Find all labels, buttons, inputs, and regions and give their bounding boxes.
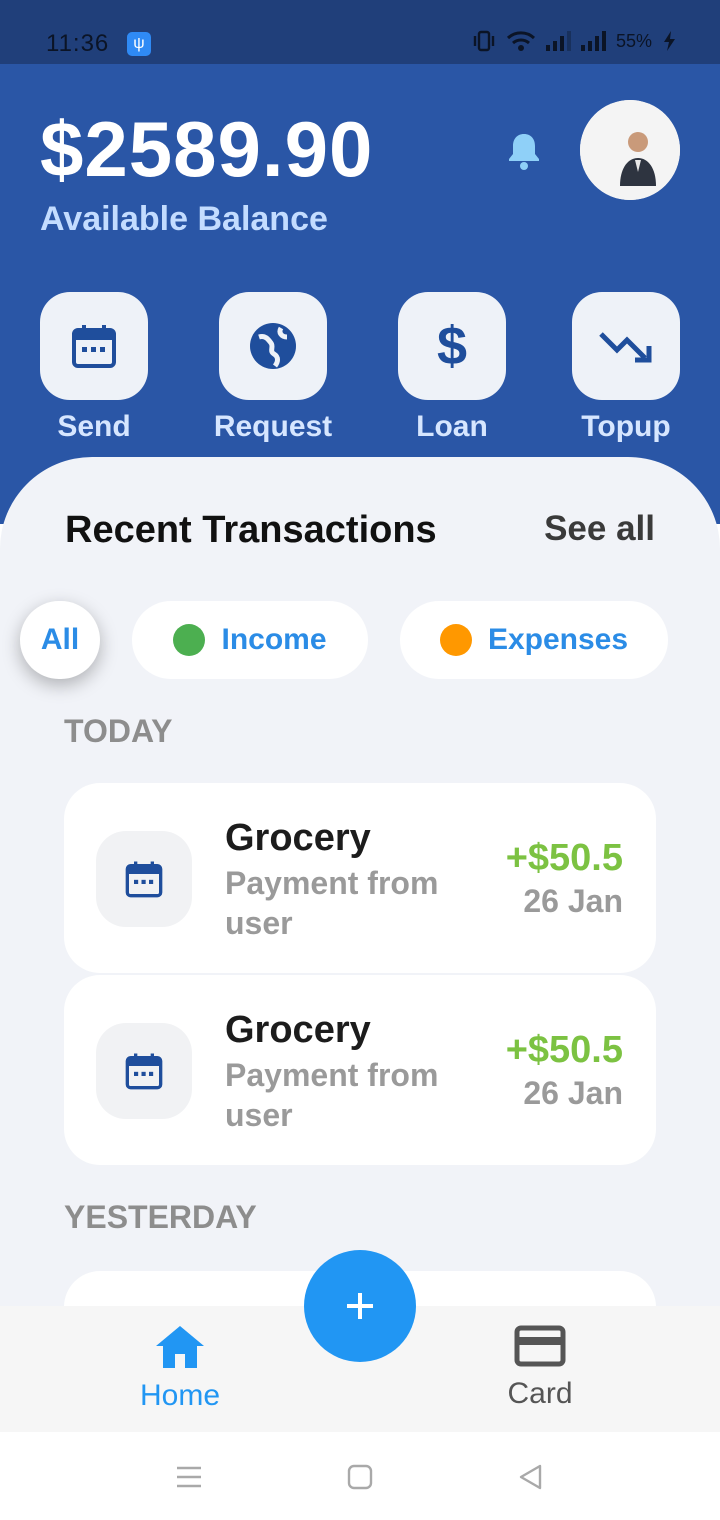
- add-fab-button[interactable]: [304, 1250, 416, 1362]
- transaction-title: Grocery: [225, 817, 371, 859]
- signal-icon: [545, 31, 571, 51]
- menu-icon[interactable]: [174, 1462, 204, 1492]
- group-label-today: TODAY: [64, 713, 173, 749]
- group-label-yesterday: YESTERDAY: [64, 1199, 257, 1235]
- nav-card[interactable]: Card: [460, 1324, 620, 1411]
- loan-button[interactable]: $ Loan: [382, 292, 522, 444]
- transaction-item-2[interactable]: Grocery Payment from user +$50.5 26 Jan: [64, 975, 656, 1165]
- topup-button[interactable]: Topup: [556, 292, 696, 444]
- battery-percent: 55%: [615, 30, 652, 51]
- send-label: Send: [57, 410, 131, 443]
- filter-expenses[interactable]: Expenses: [400, 601, 668, 679]
- balance-amount: $2589.90: [40, 105, 374, 193]
- nav-home[interactable]: Home: [100, 1324, 260, 1413]
- system-nav-bar: [0, 1432, 720, 1520]
- filter-expenses-label: Expenses: [487, 623, 629, 656]
- bell-icon[interactable]: [502, 128, 546, 172]
- request-button[interactable]: Request: [203, 292, 343, 444]
- transaction-icon-box: [96, 831, 192, 927]
- filter-income-label: Income: [221, 623, 327, 656]
- transaction-description: Payment from user: [225, 1057, 439, 1133]
- transactions-sheet[interactable]: Recent Transactions See all All Income E…: [0, 457, 720, 1306]
- calendar-icon: [72, 325, 116, 368]
- transaction-date: 26 Jan: [523, 883, 623, 919]
- filter-all-label: All: [40, 623, 80, 656]
- transaction-title: Grocery: [225, 1009, 371, 1051]
- request-label: Request: [213, 410, 333, 443]
- status-time: 11:36: [46, 30, 110, 57]
- home-square-icon[interactable]: [345, 1462, 375, 1492]
- request-tile[interactable]: [219, 292, 327, 400]
- transaction-description: Payment from user: [225, 865, 439, 941]
- credit-card-icon: [514, 1325, 566, 1367]
- calendar-icon: [125, 1053, 163, 1090]
- signal-icon-2: [580, 31, 606, 51]
- charging-icon: [664, 31, 675, 51]
- send-tile[interactable]: [40, 292, 148, 400]
- calendar-icon: [125, 861, 163, 898]
- transaction-amount: +$50.5: [505, 1029, 623, 1071]
- topup-label: Topup: [581, 410, 671, 443]
- filter-income[interactable]: Income: [132, 601, 368, 679]
- usb-icon: ψ: [127, 32, 151, 56]
- filter-all[interactable]: All: [20, 601, 100, 679]
- transaction-icon-box: [96, 1023, 192, 1119]
- status-bar: 11:36 ψ 55%: [0, 0, 720, 64]
- dollar-icon: $: [436, 316, 468, 376]
- globe-icon: [250, 323, 296, 369]
- avatar-photo: [580, 100, 680, 200]
- transaction-date: 26 Jan: [523, 1075, 623, 1111]
- loan-label: Loan: [416, 410, 488, 443]
- wifi-icon: [506, 31, 535, 51]
- income-dot: [173, 624, 206, 656]
- loan-tile[interactable]: $: [398, 292, 506, 400]
- trending-down-icon: [599, 332, 652, 363]
- avatar[interactable]: [580, 100, 680, 200]
- status-icons: 55%: [472, 30, 676, 52]
- nav-home-label: Home: [139, 1379, 221, 1412]
- back-icon[interactable]: [516, 1462, 546, 1492]
- section-title: Recent Transactions: [65, 509, 437, 551]
- home-icon: [156, 1326, 204, 1368]
- plus-icon: [347, 1293, 373, 1319]
- balance-label: Available Balance: [40, 200, 328, 238]
- nav-card-label: Card: [507, 1377, 573, 1410]
- see-all-link[interactable]: See all: [544, 509, 655, 549]
- vibrate-icon: [473, 30, 495, 52]
- topup-tile[interactable]: [572, 292, 680, 400]
- transaction-item[interactable]: Grocery Payment from user +$50.5 26 Jan: [64, 783, 656, 973]
- quick-actions: Send Request $ Loan Topup: [0, 292, 720, 452]
- expenses-dot: [439, 624, 472, 656]
- send-button[interactable]: Send: [24, 292, 164, 444]
- transaction-amount: +$50.5: [505, 837, 623, 879]
